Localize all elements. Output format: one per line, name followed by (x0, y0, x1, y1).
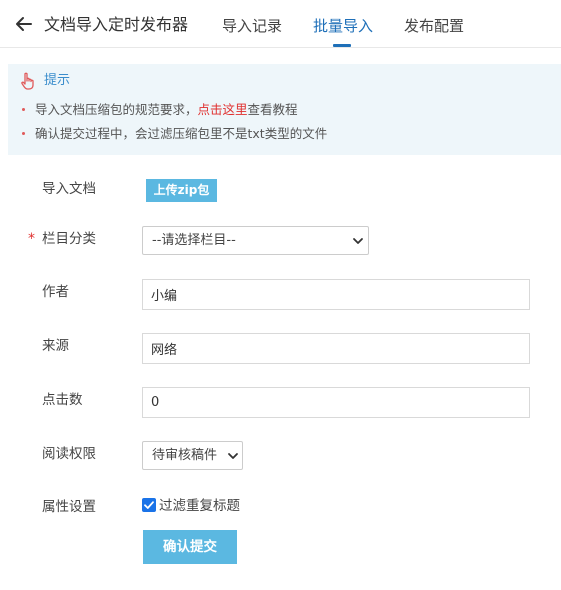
required-mark: * (28, 231, 35, 247)
category-select-value: --请选择栏目-- (152, 233, 236, 248)
permission-select[interactable]: 待审核稿件 (142, 441, 243, 470)
tip-title: 提示 (44, 73, 71, 88)
back-arrow-icon[interactable] (14, 14, 34, 34)
active-tab-indicator (333, 44, 351, 47)
bullet-icon (22, 108, 25, 111)
tip-text: 导入文档压缩包的规范要求， (35, 102, 198, 117)
tip-line-2: 确认提交过程中，会过滤压缩包里不是txt类型的文件 (22, 125, 327, 143)
category-label: 栏目分类 (42, 231, 96, 247)
author-label: 作者 (42, 284, 69, 300)
clicks-input[interactable] (142, 387, 530, 418)
tip-text: 查看教程 (247, 102, 298, 117)
chevron-down-icon (353, 238, 363, 244)
chevron-down-icon (228, 453, 238, 459)
author-input[interactable] (142, 279, 530, 310)
tab-import-records[interactable]: 导入记录 (222, 15, 282, 37)
checkmark-icon (144, 501, 154, 509)
dedupe-checkbox[interactable] (142, 498, 156, 512)
submit-button[interactable]: 确认提交 (143, 530, 237, 564)
dedupe-label[interactable]: 过滤重复标题 (159, 496, 240, 516)
tip-line-1: 导入文档压缩包的规范要求，点击这里查看教程 (22, 101, 298, 119)
tip-panel: 提示 导入文档压缩包的规范要求，点击这里查看教程 确认提交过程中，会过滤压缩包里… (8, 64, 561, 155)
tutorial-link[interactable]: 点击这里 (198, 102, 248, 117)
clicks-label: 点击数 (42, 392, 83, 408)
page-title: 文档导入定时发布器 (44, 15, 189, 34)
attributes-label: 属性设置 (42, 499, 96, 515)
upload-label: 导入文档 (42, 181, 96, 197)
upload-zip-button[interactable]: 上传zip包 (146, 179, 217, 202)
permission-select-value: 待审核稿件 (152, 448, 218, 463)
tab-publish-config[interactable]: 发布配置 (404, 15, 464, 37)
permission-label: 阅读权限 (42, 446, 96, 462)
source-input[interactable] (142, 333, 530, 364)
source-label: 来源 (42, 338, 69, 354)
page-header: 文档导入定时发布器 导入记录 批量导入 发布配置 (0, 0, 561, 48)
pointing-hand-icon (21, 72, 34, 90)
tab-batch-import[interactable]: 批量导入 (313, 15, 373, 37)
tip-text: 确认提交过程中，会过滤压缩包里不是txt类型的文件 (35, 126, 328, 141)
bullet-icon (22, 132, 25, 135)
category-select[interactable]: --请选择栏目-- (142, 226, 369, 255)
